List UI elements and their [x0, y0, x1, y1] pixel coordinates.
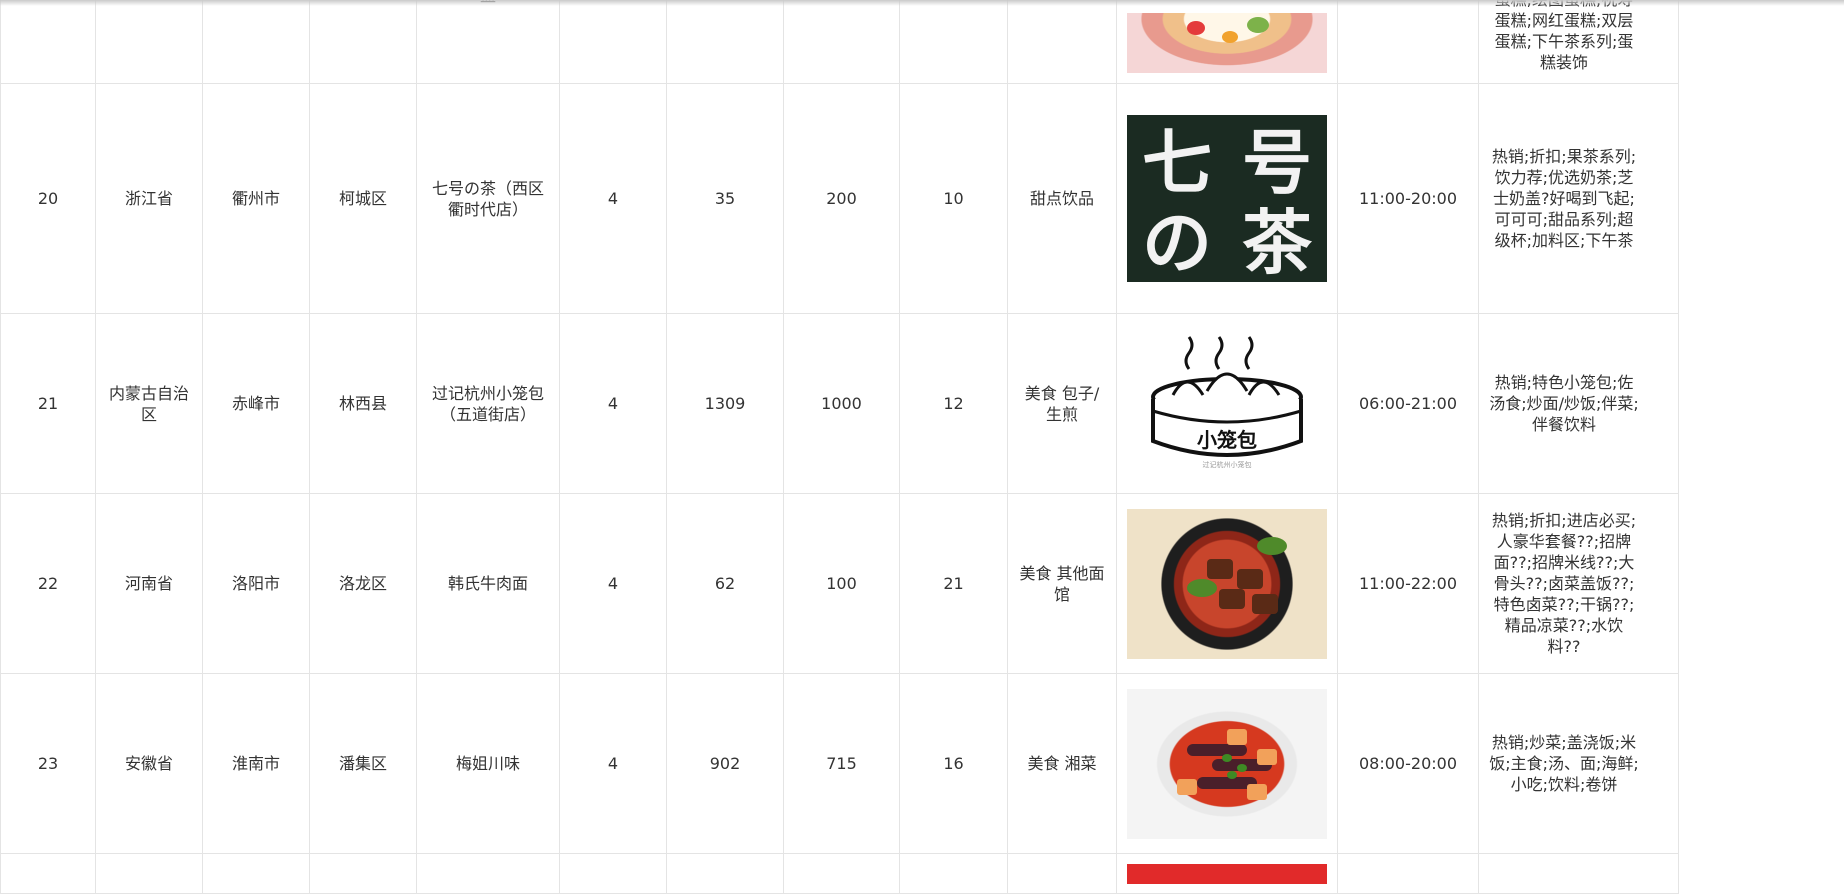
- rating-cell: 4: [559, 493, 667, 674]
- tags-cell: 热销;折扣;果茶系列;饮力荐;优选奶茶;芝士奶盖?好喝到飞起;可可可;甜品系列;…: [1478, 83, 1679, 314]
- tags-cell: 热销;特色小笼包;佐汤食;炒面/炒饭;伴菜;伴餐饮料: [1478, 313, 1679, 494]
- province-cell: [95, 0, 203, 84]
- monthly-sales-cell: 902: [666, 673, 784, 854]
- table-row: 21 内蒙古自治区 赤峰市 林西县 过记杭州小笼包（五道街店） 4 1309 1…: [0, 313, 1679, 494]
- district-cell: 林西县: [309, 313, 417, 494]
- rating-cell: [559, 853, 667, 894]
- city-cell: 赤峰市: [202, 313, 310, 494]
- rating-cell: 4: [559, 83, 667, 314]
- image-cell: 小笼包 过记杭州小笼包: [1116, 313, 1338, 494]
- hours-cell: 06:00-21:00: [1337, 313, 1479, 494]
- province-cell: 浙江省: [95, 83, 203, 314]
- district-cell: 柯城区: [309, 83, 417, 314]
- shop-name-cell: 过记杭州小笼包（五道街店）: [416, 313, 560, 494]
- city-cell: 洛阳市: [202, 493, 310, 674]
- table-row: 22 河南省 洛阳市 洛龙区 韩氏牛肉面 4 62 100 21 美食 其他面馆…: [0, 493, 1679, 674]
- logo-char: の: [1142, 201, 1212, 282]
- tags-cell: 热销;炒菜;盖浇饭;米饭;主食;汤、面;海鲜;小吃;饮料;卷饼: [1478, 673, 1679, 854]
- monthly-sales-cell: [666, 853, 784, 894]
- province-cell: 河南省: [95, 493, 203, 674]
- hours-cell: 11:00-20:00: [1337, 83, 1479, 314]
- province-cell: 内蒙古自治区: [95, 313, 203, 494]
- id-cell: 22: [0, 493, 96, 674]
- delivery-fee-cell: 16: [899, 673, 1008, 854]
- id-cell: [0, 0, 96, 84]
- hours-cell: 08:00-20:00: [1337, 673, 1479, 854]
- shop-name-cell: [416, 853, 560, 894]
- tags-cell: 蛋糕;绘图蛋糕;祝寿蛋糕;网红蛋糕;双层蛋糕;下午茶系列;蛋糕装饰: [1478, 0, 1679, 84]
- hours-cell: 11:00-22:00: [1337, 493, 1479, 674]
- logo-char: 号: [1242, 121, 1312, 204]
- delivery-fee-cell: [899, 0, 1008, 84]
- delivery-fee-cell: 10: [899, 83, 1008, 314]
- shop-name-cell: 蛊: [416, 0, 560, 84]
- rating-cell: 4: [559, 673, 667, 854]
- min-order-cell: 715: [783, 673, 900, 854]
- xiaolongbao-logo: 小笼包 过记杭州小笼包: [1127, 328, 1327, 479]
- min-order-cell: [783, 0, 900, 84]
- beef-noodle-photo: [1127, 508, 1327, 659]
- category-cell: 美食 包子/生煎: [1007, 313, 1117, 494]
- logo-text: 小笼包: [1197, 428, 1257, 452]
- table-row: 20 浙江省 衢州市 柯城区 七号の茶（西区衢时代店） 4 35 200 10 …: [0, 83, 1679, 314]
- monthly-sales-cell: 1309: [666, 313, 784, 494]
- top-scroll-shadow: [0, 0, 1844, 6]
- category-cell: [1007, 0, 1117, 84]
- category-cell: [1007, 853, 1117, 894]
- shop-name-cell: 梅姐川味: [416, 673, 560, 854]
- delivery-fee-cell: 21: [899, 493, 1008, 674]
- monthly-sales-cell: [666, 0, 784, 84]
- province-cell: [95, 853, 203, 894]
- city-cell: [202, 0, 310, 84]
- cake-photo: [1127, 13, 1327, 73]
- id-cell: [0, 853, 96, 894]
- shop-name-cell: 七号の茶（西区衢时代店）: [416, 83, 560, 314]
- eggplant-dish-photo: [1127, 688, 1327, 839]
- red-banner-photo: [1127, 864, 1327, 884]
- rating-cell: [559, 0, 667, 84]
- district-cell: [309, 853, 417, 894]
- monthly-sales-cell: 35: [666, 83, 784, 314]
- category-cell: 美食 湘菜: [1007, 673, 1117, 854]
- min-order-cell: 200: [783, 83, 900, 314]
- city-cell: [202, 853, 310, 894]
- shop-data-table: 蛊 蛋糕;绘图蛋糕;祝寿蛋糕;网红蛋糕;双层蛋糕;下午茶系列;蛋糕装饰 20 浙…: [0, 0, 1679, 894]
- image-cell: [1116, 853, 1338, 894]
- city-cell: 衢州市: [202, 83, 310, 314]
- logo-char: 茶: [1242, 201, 1313, 282]
- table-row: [0, 853, 1679, 894]
- category-cell: 美食 其他面馆: [1007, 493, 1117, 674]
- rating-cell: 4: [559, 313, 667, 494]
- table-row: 23 安徽省 淮南市 潘集区 梅姐川味 4 902 715 16 美食 湘菜 0…: [0, 673, 1679, 854]
- logo-subtext: 过记杭州小笼包: [1203, 460, 1252, 469]
- id-cell: 20: [0, 83, 96, 314]
- category-cell: 甜点饮品: [1007, 83, 1117, 314]
- id-cell: 23: [0, 673, 96, 854]
- tags-cell: [1478, 853, 1679, 894]
- image-cell: [1116, 0, 1338, 84]
- district-cell: [309, 0, 417, 84]
- table-row: 蛊 蛋糕;绘图蛋糕;祝寿蛋糕;网红蛋糕;双层蛋糕;下午茶系列;蛋糕装饰: [0, 0, 1679, 84]
- delivery-fee-cell: [899, 853, 1008, 894]
- id-cell: 21: [0, 313, 96, 494]
- delivery-fee-cell: 12: [899, 313, 1008, 494]
- hours-cell: [1337, 853, 1479, 894]
- province-cell: 安徽省: [95, 673, 203, 854]
- district-cell: 潘集区: [309, 673, 417, 854]
- tea-shop-logo: 七 号 の 茶: [1127, 115, 1327, 282]
- min-order-cell: 100: [783, 493, 900, 674]
- tags-cell: 热销;折扣;进店必买;人豪华套餐??;招牌面??;招牌米线??;大骨头??;卤菜…: [1478, 493, 1679, 674]
- logo-char: 七: [1142, 121, 1212, 204]
- district-cell: 洛龙区: [309, 493, 417, 674]
- min-order-cell: 1000: [783, 313, 900, 494]
- image-cell: [1116, 673, 1338, 854]
- image-cell: 七 号 の 茶: [1116, 83, 1338, 314]
- shop-name-cell: 韩氏牛肉面: [416, 493, 560, 674]
- image-cell: [1116, 493, 1338, 674]
- monthly-sales-cell: 62: [666, 493, 784, 674]
- min-order-cell: [783, 853, 900, 894]
- city-cell: 淮南市: [202, 673, 310, 854]
- hours-cell: [1337, 0, 1479, 84]
